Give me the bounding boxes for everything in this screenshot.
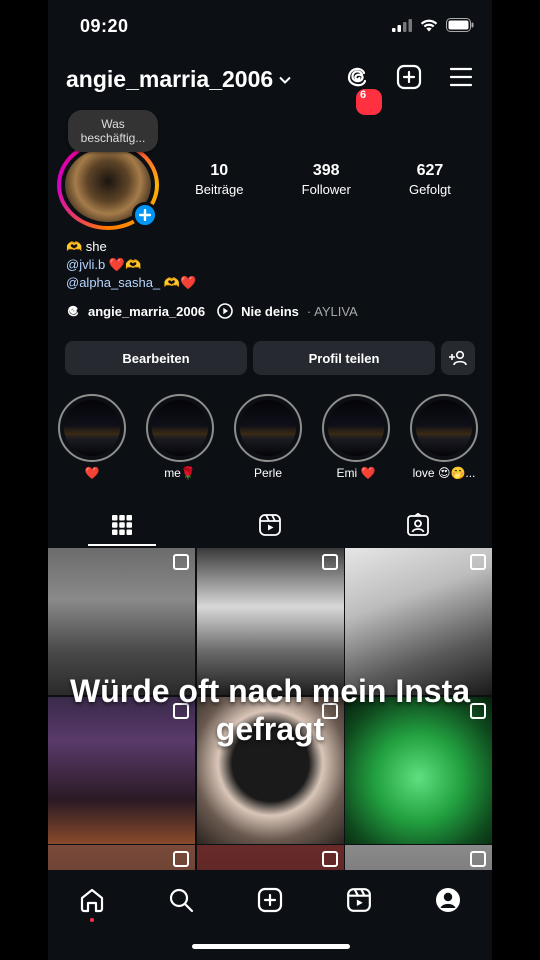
- note-bubble[interactable]: Was beschäftig...: [68, 110, 158, 152]
- wifi-icon: [420, 19, 438, 31]
- add-person-icon: [449, 350, 467, 366]
- home-icon: [81, 888, 104, 913]
- nav-create[interactable]: [256, 886, 284, 914]
- stat-followers-label: Follower: [301, 182, 351, 197]
- carousel-icon: [470, 851, 486, 867]
- highlight-item[interactable]: me🌹: [146, 394, 214, 480]
- overlay-caption-line-1: Würde oft nach mein Insta: [69, 673, 471, 709]
- stat-posts-value: 10: [210, 162, 229, 179]
- stat-followers[interactable]: 398 Follower: [302, 162, 351, 197]
- highlight-label: ❤️: [84, 466, 100, 480]
- note-text: Was beschäftig...: [80, 117, 146, 145]
- status-time: 09:20: [80, 16, 129, 36]
- add-story-button[interactable]: [132, 202, 158, 228]
- highlight-label: Emi ❤️: [336, 466, 376, 480]
- plus-square-icon: [257, 887, 283, 913]
- status-icons: [392, 18, 474, 32]
- nav-profile[interactable]: [434, 886, 462, 914]
- stat-followers-value: 398: [312, 162, 340, 179]
- hamburger-icon: [449, 67, 473, 87]
- highlight-item[interactable]: love 😍🤭...: [410, 394, 478, 480]
- bio-mention-1[interactable]: @jvli.b ❤️🫶: [66, 256, 196, 274]
- highlight-cover: [410, 394, 478, 462]
- grid-icon: [112, 515, 132, 535]
- home-indicator[interactable]: [192, 944, 350, 949]
- stat-following-value: 627: [416, 162, 444, 179]
- menu-button[interactable]: [448, 64, 474, 90]
- highlight-cover: [322, 394, 390, 462]
- bio-mention-2[interactable]: @alpha_sasha_ 🫶❤️: [66, 274, 196, 292]
- stat-following[interactable]: 627 Gefolgt: [409, 162, 451, 197]
- threads-icon: [347, 67, 367, 87]
- tab-reels[interactable]: [196, 504, 344, 546]
- tagged-icon: [407, 513, 429, 536]
- highlight-label: me🌹: [164, 466, 196, 480]
- highlight-cover: [234, 394, 302, 462]
- chevron-down-icon: [279, 76, 291, 84]
- overlay-caption: Würde oft nach mein Insta gefragt: [48, 672, 492, 748]
- story-highlights: ❤️ me🌹 Perle Emi ❤️ love 😍🤭...: [58, 394, 492, 480]
- notification-badge: 6: [356, 89, 382, 115]
- profile-header: angie_marria_2006 6: [48, 60, 492, 115]
- status-bar: 09:20: [48, 0, 492, 52]
- username-title: angie_marria_2006: [66, 66, 274, 92]
- stat-posts-label: Beiträge: [195, 182, 244, 197]
- reels-icon: [259, 514, 281, 536]
- highlight-label: Perle: [253, 466, 282, 480]
- highlight-cover: [58, 394, 126, 462]
- phone-screen: 09:20 angie_marria_2006 6 Was beschäftig…: [48, 0, 492, 960]
- account-switcher[interactable]: angie_marria_2006: [66, 66, 291, 93]
- highlight-item[interactable]: Emi ❤️: [322, 394, 390, 480]
- highlight-label: love 😍🤭...: [412, 466, 476, 480]
- profile-links: angie_marria_2006 Nie deins · AYLIVA: [66, 303, 358, 319]
- plus-square-icon: [396, 64, 422, 90]
- nav-reels[interactable]: [345, 886, 373, 914]
- discover-people-button[interactable]: [441, 341, 475, 375]
- play-circle-icon: [217, 303, 233, 319]
- song-artist: · AYLIVA: [306, 303, 358, 319]
- notification-dot: [90, 918, 95, 922]
- content-tabs: [48, 504, 492, 546]
- bio-line-1: 🫶 she: [66, 239, 107, 254]
- highlight-cover: [146, 394, 214, 462]
- stat-following-label: Gefolgt: [408, 182, 451, 197]
- tab-tagged[interactable]: [344, 504, 492, 546]
- battery-icon: [446, 18, 474, 32]
- carousel-icon: [470, 554, 486, 570]
- highlight-item[interactable]: Perle: [234, 394, 302, 480]
- carousel-icon: [321, 554, 338, 570]
- new-post-button[interactable]: [396, 64, 422, 90]
- signal-icon: [392, 18, 412, 32]
- edit-profile-button[interactable]: Bearbeiten: [65, 341, 247, 375]
- tab-posts[interactable]: [48, 504, 196, 546]
- carousel-icon: [173, 554, 189, 570]
- threads-small-icon: [67, 305, 79, 317]
- threads-button[interactable]: 6: [344, 64, 382, 115]
- overlay-caption-line-2: gefragt: [215, 711, 325, 747]
- nav-search[interactable]: [167, 886, 195, 914]
- highlight-item[interactable]: ❤️: [58, 394, 126, 480]
- profile-action-buttons: Bearbeiten Profil teilen: [65, 341, 475, 375]
- bio: 🫶 she @jvli.b ❤️🫶 @alpha_sasha_ 🫶❤️: [66, 238, 196, 292]
- nav-home[interactable]: [78, 886, 106, 922]
- song-title-link[interactable]: Nie deins: [241, 304, 299, 319]
- header-actions: 6: [344, 64, 474, 115]
- plus-icon: [139, 209, 151, 221]
- carousel-icon: [173, 851, 189, 867]
- search-icon: [170, 888, 194, 913]
- carousel-icon: [321, 851, 338, 867]
- profile-stats: 10 Beiträge 398 Follower 627 Gefolgt: [166, 162, 480, 197]
- threads-handle-link[interactable]: angie_marria_2006: [88, 304, 205, 319]
- reels-icon: [346, 888, 371, 912]
- profile-icon: [435, 888, 460, 912]
- share-profile-button[interactable]: Profil teilen: [253, 341, 435, 375]
- stat-posts[interactable]: 10 Beiträge: [195, 162, 243, 197]
